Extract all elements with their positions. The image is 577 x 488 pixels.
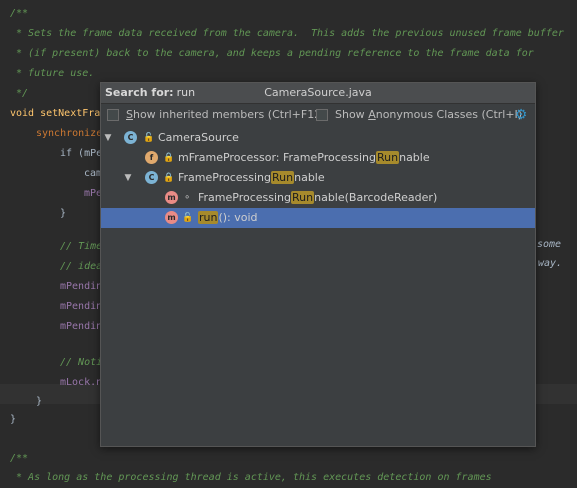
code-line: * (if present) back to the camera, and k… bbox=[10, 48, 534, 59]
code-line: } bbox=[10, 414, 17, 425]
code-line: } bbox=[36, 396, 43, 407]
class-icon: C bbox=[145, 171, 158, 184]
code-line: * future use. bbox=[10, 68, 95, 79]
gear-icon[interactable]: ⚙ bbox=[513, 106, 529, 124]
tree-row-label: FrameProcessingRunnable(BarcodeReader) bbox=[198, 191, 438, 204]
tree-row-constructor[interactable]: m ∘ FrameProcessingRunnable(BarcodeReade… bbox=[101, 188, 535, 208]
tree-row-frameprocessingrunnable[interactable]: ▼ C 🔒 FrameProcessingRunnable bbox=[101, 168, 535, 188]
code-line: // idea bbox=[60, 261, 103, 272]
package-private-dot-icon: ∘ bbox=[184, 192, 191, 203]
public-lock-icon: 🔓 bbox=[182, 213, 194, 223]
tree-row-run-method[interactable]: m 🔓 run(): void bbox=[101, 208, 535, 228]
code-line: */ bbox=[10, 88, 29, 99]
code-line: void setNextFra bbox=[10, 108, 101, 119]
code-line: mPendin bbox=[60, 321, 103, 332]
code-line: } bbox=[60, 208, 67, 219]
private-lock-icon: 🔒 bbox=[163, 173, 175, 183]
code-line: /** bbox=[10, 453, 29, 464]
show-anonymous-checkbox[interactable] bbox=[316, 109, 328, 121]
code-line: * Sets the frame data received from the … bbox=[10, 28, 564, 39]
show-inherited-label: Show inherited members (Ctrl+F12) bbox=[126, 108, 326, 121]
show-anonymous-label: Show Anonymous Classes (Ctrl+I) bbox=[335, 108, 523, 121]
file-structure-popup[interactable]: Search for: run CameraSource.java Show in… bbox=[100, 82, 536, 447]
public-lock-icon: 🔓 bbox=[143, 133, 155, 143]
tree-row-label: mFrameProcessor: FrameProcessingRunnable bbox=[178, 151, 430, 164]
show-inherited-checkbox[interactable] bbox=[107, 109, 119, 121]
field-icon: f bbox=[145, 151, 158, 164]
code-line: /** bbox=[10, 8, 29, 19]
code-line: mLock.n bbox=[60, 377, 103, 388]
options-row: Show inherited members (Ctrl+F12) Show A… bbox=[107, 106, 531, 124]
code-line: // Noti bbox=[60, 357, 103, 368]
private-lock-icon: 🔒 bbox=[163, 153, 175, 163]
code-line: synchronize bbox=[36, 128, 103, 139]
method-icon: m bbox=[165, 211, 178, 224]
tree-row-mframeprocessor[interactable]: f 🔒 mFrameProcessor: FrameProcessingRunn… bbox=[101, 148, 535, 168]
popup-header: Search for: run CameraSource.java bbox=[101, 83, 535, 104]
code-line: mPendin bbox=[60, 301, 103, 312]
code-line-fragment: way. bbox=[538, 258, 563, 269]
tree-row-label: run(): void bbox=[198, 211, 258, 224]
code-line: // Time bbox=[60, 241, 103, 252]
expand-triangle-icon[interactable]: ▼ bbox=[103, 128, 113, 148]
class-icon: C bbox=[124, 131, 137, 144]
code-line: mPendin bbox=[60, 281, 103, 292]
method-icon: m bbox=[165, 191, 178, 204]
tree-row-label: FrameProcessingRunnable bbox=[178, 171, 325, 184]
code-line-fragment: some bbox=[537, 239, 562, 250]
tree-row-label: CameraSource bbox=[158, 131, 239, 144]
code-line: if (mPe bbox=[60, 148, 103, 159]
popup-title: CameraSource.java bbox=[264, 86, 372, 99]
tree-row-camerasource[interactable]: ▼ C 🔓 CameraSource bbox=[101, 128, 535, 148]
code-line: * As long as the processing thread is ac… bbox=[10, 472, 492, 483]
expand-triangle-icon[interactable]: ▼ bbox=[123, 168, 133, 188]
